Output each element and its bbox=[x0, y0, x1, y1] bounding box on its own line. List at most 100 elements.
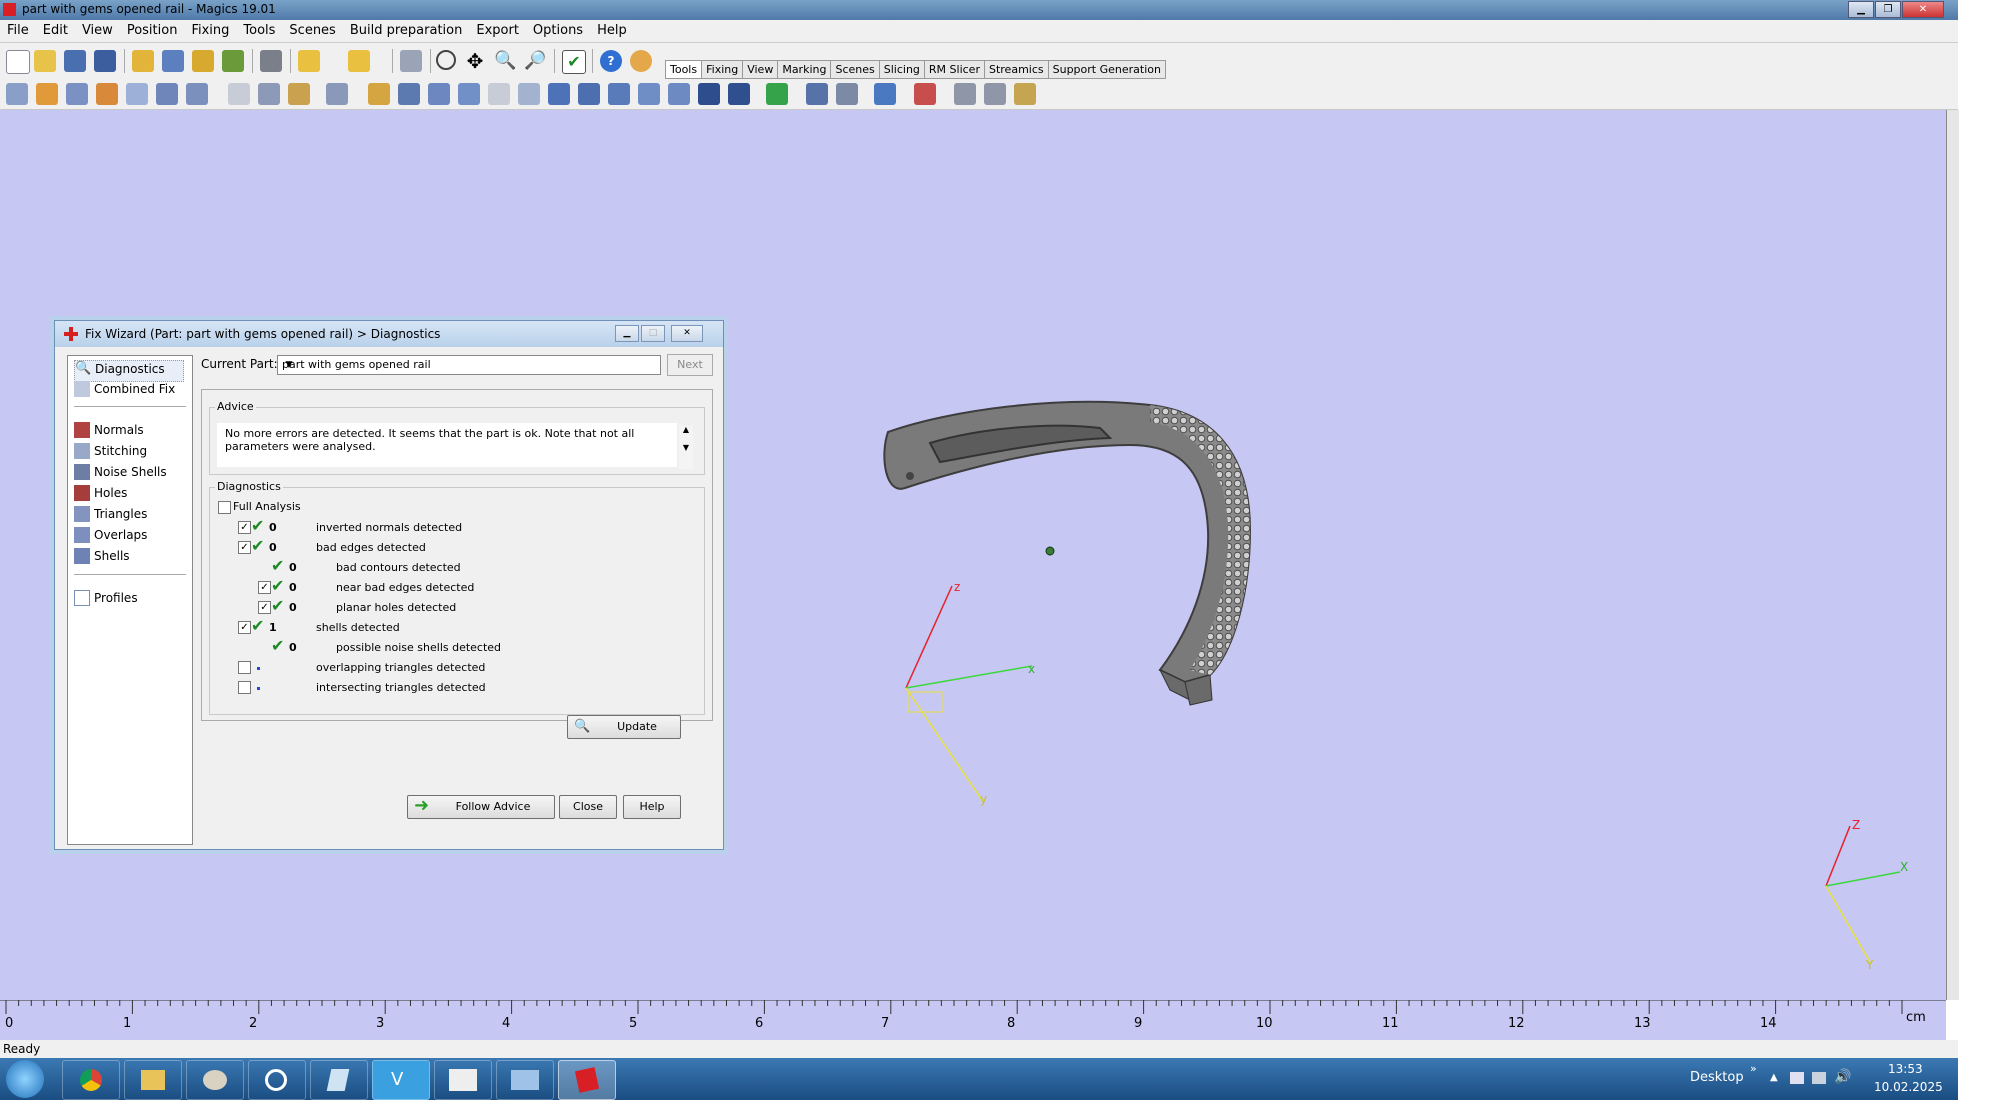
import-icon[interactable] bbox=[192, 50, 214, 72]
open-folder-icon[interactable] bbox=[34, 50, 56, 72]
close-button[interactable]: Close bbox=[559, 795, 617, 819]
duplicate-icon[interactable] bbox=[186, 83, 208, 105]
taskbar-app-6[interactable]: V bbox=[372, 1060, 430, 1100]
menu-fixing[interactable]: Fixing bbox=[184, 20, 236, 41]
taskbar-app-7[interactable] bbox=[434, 1060, 492, 1100]
full-analysis-checkbox[interactable] bbox=[218, 501, 231, 514]
tools-icon[interactable] bbox=[1014, 83, 1036, 105]
clock-time[interactable]: 13:53 bbox=[1888, 1062, 1923, 1076]
planar-holes-checkbox[interactable]: ✓ bbox=[258, 601, 271, 614]
inverted-normals-checkbox[interactable]: ✓ bbox=[238, 521, 251, 534]
bad-edges-checkbox[interactable]: ✓ bbox=[238, 541, 251, 554]
section-icon[interactable] bbox=[608, 83, 630, 105]
translate-icon[interactable] bbox=[6, 83, 28, 105]
wrap-icon[interactable] bbox=[488, 83, 510, 105]
shell-icon[interactable] bbox=[398, 83, 420, 105]
marker-icon[interactable] bbox=[458, 83, 480, 105]
nav-holes[interactable]: Holes bbox=[74, 485, 127, 505]
update-button[interactable]: 🔍 Update bbox=[567, 715, 681, 739]
load-part-icon[interactable] bbox=[132, 50, 154, 72]
tab-streamics[interactable]: Streamics bbox=[983, 60, 1049, 79]
menu-build-preparation[interactable]: Build preparation bbox=[343, 20, 470, 41]
tab-fixing[interactable]: Fixing bbox=[701, 60, 744, 79]
right-side-panel[interactable] bbox=[1946, 110, 1959, 1000]
cut-icon[interactable] bbox=[228, 83, 250, 105]
taskbar-app-5[interactable] bbox=[310, 1060, 368, 1100]
base-plate-icon[interactable] bbox=[728, 83, 750, 105]
menu-file[interactable]: File bbox=[0, 20, 36, 41]
taskbar-explorer[interactable] bbox=[124, 1060, 182, 1100]
save-part-icon[interactable] bbox=[162, 50, 184, 72]
nav-stitching[interactable]: Stitching bbox=[74, 443, 147, 463]
slice-icon[interactable] bbox=[578, 83, 600, 105]
dialog-maximize-button[interactable]: □ bbox=[641, 325, 665, 342]
plane-icon[interactable] bbox=[638, 83, 660, 105]
menu-help[interactable]: Help bbox=[590, 20, 634, 41]
tab-support-generation[interactable]: Support Generation bbox=[1047, 60, 1166, 79]
taskbar-magics[interactable] bbox=[558, 1060, 616, 1100]
layers-icon[interactable] bbox=[984, 83, 1006, 105]
menu-position[interactable]: Position bbox=[120, 20, 185, 41]
zoom-icon[interactable]: 🔍 bbox=[494, 50, 516, 72]
next-button[interactable]: Next bbox=[667, 354, 713, 376]
close-window-button[interactable]: ✕ bbox=[1902, 1, 1944, 18]
help-button[interactable]: Help bbox=[623, 795, 681, 819]
nav-noise-shells[interactable]: Noise Shells bbox=[74, 464, 167, 484]
tray-expand-icon[interactable]: ▲ bbox=[1770, 1072, 1778, 1083]
tab-marking[interactable]: Marking bbox=[777, 60, 832, 79]
advice-scrollbar[interactable]: ▲ ▼ bbox=[679, 425, 693, 469]
box-icon[interactable] bbox=[548, 83, 570, 105]
pan-icon[interactable]: ✥ bbox=[464, 50, 486, 72]
help-icon[interactable]: ? bbox=[600, 50, 622, 72]
menu-edit[interactable]: Edit bbox=[36, 20, 75, 41]
menu-view[interactable]: View bbox=[75, 20, 120, 41]
extrude-icon[interactable] bbox=[668, 83, 690, 105]
hollow-icon[interactable] bbox=[258, 83, 280, 105]
menu-tools[interactable]: Tools bbox=[236, 20, 282, 41]
tab-slicing[interactable]: Slicing bbox=[878, 60, 925, 79]
tab-scenes[interactable]: Scenes bbox=[830, 60, 880, 79]
menu-options[interactable]: Options bbox=[526, 20, 590, 41]
nav-shells[interactable]: Shells bbox=[74, 548, 130, 568]
taskbar-app-4[interactable] bbox=[248, 1060, 306, 1100]
settings-icon[interactable] bbox=[954, 83, 976, 105]
mirror-icon[interactable] bbox=[156, 83, 178, 105]
nav-normals[interactable]: Normals bbox=[74, 422, 144, 442]
print-icon[interactable] bbox=[260, 50, 282, 72]
new-file-icon[interactable] bbox=[6, 50, 30, 74]
user-icon[interactable] bbox=[630, 50, 652, 72]
dialog-title-bar[interactable]: Fix Wizard (Part: part with gems opened … bbox=[55, 321, 723, 347]
menu-export[interactable]: Export bbox=[469, 20, 526, 41]
nav-profiles[interactable]: Profiles bbox=[74, 590, 138, 610]
redo-icon[interactable] bbox=[348, 50, 370, 72]
undo-icon[interactable] bbox=[298, 50, 320, 72]
move-icon[interactable] bbox=[36, 83, 58, 105]
triangle-icon[interactable] bbox=[428, 83, 450, 105]
overlapping-triangles-checkbox[interactable] bbox=[238, 661, 251, 674]
taskbar-app-8[interactable] bbox=[496, 1060, 554, 1100]
zoom-window-icon[interactable]: 🔎 bbox=[524, 50, 546, 72]
tab-view[interactable]: View bbox=[742, 60, 779, 79]
unload-part-icon[interactable] bbox=[222, 50, 244, 72]
ring-part-model[interactable] bbox=[883, 400, 1252, 706]
boolean-icon[interactable] bbox=[368, 83, 390, 105]
measure-icon[interactable] bbox=[326, 83, 348, 105]
chevron-icon[interactable]: » bbox=[1750, 1062, 1757, 1075]
rotate-icon[interactable] bbox=[436, 50, 456, 70]
dialog-minimize-button[interactable]: ▁ bbox=[615, 325, 639, 342]
checklist-icon[interactable]: ✔ bbox=[562, 50, 586, 74]
desktop-toolbar-label[interactable]: Desktop bbox=[1690, 1070, 1744, 1085]
save-as-icon[interactable] bbox=[94, 50, 116, 72]
network-icon[interactable] bbox=[1812, 1072, 1826, 1084]
nest-icon[interactable] bbox=[874, 83, 896, 105]
offset-icon[interactable] bbox=[288, 83, 310, 105]
language-flag-icon[interactable] bbox=[1790, 1072, 1804, 1084]
near-bad-edges-checkbox[interactable]: ✓ bbox=[258, 581, 271, 594]
save-icon[interactable] bbox=[64, 50, 86, 72]
perforate-icon[interactable] bbox=[836, 83, 858, 105]
intersecting-triangles-checkbox[interactable] bbox=[238, 681, 251, 694]
tab-tools[interactable]: Tools bbox=[665, 60, 703, 79]
split-icon[interactable] bbox=[766, 83, 788, 105]
select-icon[interactable] bbox=[400, 50, 422, 72]
clock-date[interactable]: 10.02.2025 bbox=[1874, 1080, 1943, 1094]
